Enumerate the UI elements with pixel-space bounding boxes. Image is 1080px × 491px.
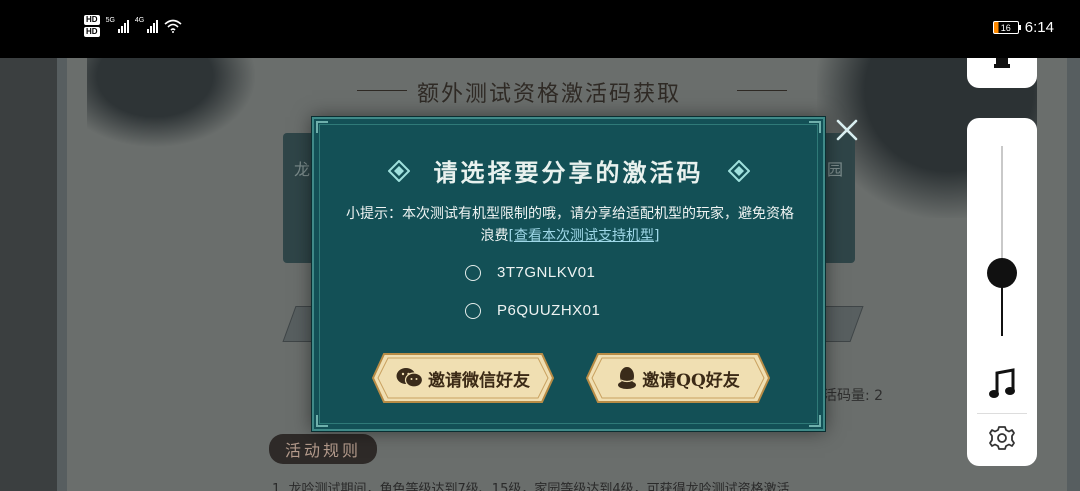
background-left-word: 龙 bbox=[294, 160, 311, 179]
code-label: 3T7GNLKV01 bbox=[497, 264, 596, 281]
dialog-title: 请选择要分享的激活码 bbox=[433, 158, 704, 187]
status-right: 16 6:14 bbox=[992, 19, 1054, 36]
ink-decoration-left bbox=[87, 58, 257, 148]
settings-gear-icon[interactable] bbox=[988, 424, 1016, 452]
corner-ornament bbox=[316, 121, 328, 133]
wifi-icon bbox=[164, 19, 182, 33]
dialog-header: 请选择要分享的激活码 bbox=[314, 153, 823, 188]
qq-button-label: 邀请QQ好友 bbox=[642, 370, 740, 391]
background-right-word: 园 bbox=[827, 160, 844, 179]
bell-icon bbox=[994, 58, 1010, 68]
supported-models-link[interactable]: [查看本次测试支持机型] bbox=[509, 228, 660, 244]
hd-badge-1: HD bbox=[84, 15, 100, 25]
code-option-2[interactable]: P6QUUZHX01 bbox=[465, 302, 600, 319]
panel-divider bbox=[977, 413, 1027, 414]
corner-ornament bbox=[809, 121, 821, 133]
code-option-1[interactable]: 3T7GNLKV01 bbox=[465, 264, 595, 281]
hd-badges: HD HD bbox=[84, 15, 100, 37]
title-ornament-right bbox=[737, 90, 787, 91]
signal-icon-2 bbox=[147, 19, 159, 33]
wechat-button-label: 邀请微信好友 bbox=[428, 370, 530, 391]
radio-button[interactable] bbox=[465, 302, 481, 319]
close-icon[interactable] bbox=[835, 118, 859, 142]
title-ornament-left bbox=[357, 90, 407, 91]
diamond-ornament-icon bbox=[727, 159, 750, 182]
signal-icon bbox=[117, 19, 129, 33]
invite-wechat-button[interactable]: 邀请微信好友 bbox=[372, 353, 554, 403]
invite-qq-button[interactable]: 邀请QQ好友 bbox=[586, 353, 770, 403]
dialog-tip: 小提示：本次测试有机型限制的哦，请分享给适配机型的玩家，避免资格浪费[查看本次测… bbox=[340, 203, 800, 247]
share-code-dialog: 请选择要分享的激活码 小提示：本次测试有机型限制的哦，请分享给适配机型的玩家，避… bbox=[312, 117, 825, 431]
net-5g-label: 5G bbox=[105, 16, 115, 24]
volume-panel bbox=[967, 118, 1037, 466]
volume-slider-knob[interactable] bbox=[987, 258, 1017, 289]
status-bar: HD HD 5G 4G 16 6:14 bbox=[0, 0, 1080, 58]
music-note-icon[interactable] bbox=[987, 368, 1017, 400]
ringer-panel[interactable] bbox=[967, 58, 1037, 88]
rules-label: 活动规则 bbox=[269, 434, 378, 464]
battery-level: 16 bbox=[1000, 22, 1011, 33]
page-left-margin bbox=[0, 58, 57, 491]
diamond-ornament-icon bbox=[387, 159, 410, 182]
qq-penguin-icon bbox=[618, 367, 637, 389]
background-title: 额外测试资格激活码获取 bbox=[417, 82, 682, 107]
background-code-count: 活码量: 2 bbox=[823, 388, 884, 404]
battery-icon: 16 bbox=[992, 21, 1021, 34]
code-label: P6QUUZHX01 bbox=[497, 302, 601, 319]
net-4g-label: 4G bbox=[134, 16, 145, 24]
corner-ornament bbox=[809, 415, 821, 427]
rules-text: 1. 龙吟测试期间，角色等级达到7级、15级，家园等级达到4级，可获得龙吟测试资… bbox=[272, 482, 790, 491]
status-left: HD HD 5G 4G bbox=[84, 15, 182, 37]
hd-badge-2: HD bbox=[84, 27, 100, 37]
wechat-icon bbox=[396, 368, 424, 388]
corner-ornament bbox=[316, 415, 328, 427]
clock: 6:14 bbox=[1024, 19, 1054, 36]
radio-button[interactable] bbox=[465, 264, 481, 281]
